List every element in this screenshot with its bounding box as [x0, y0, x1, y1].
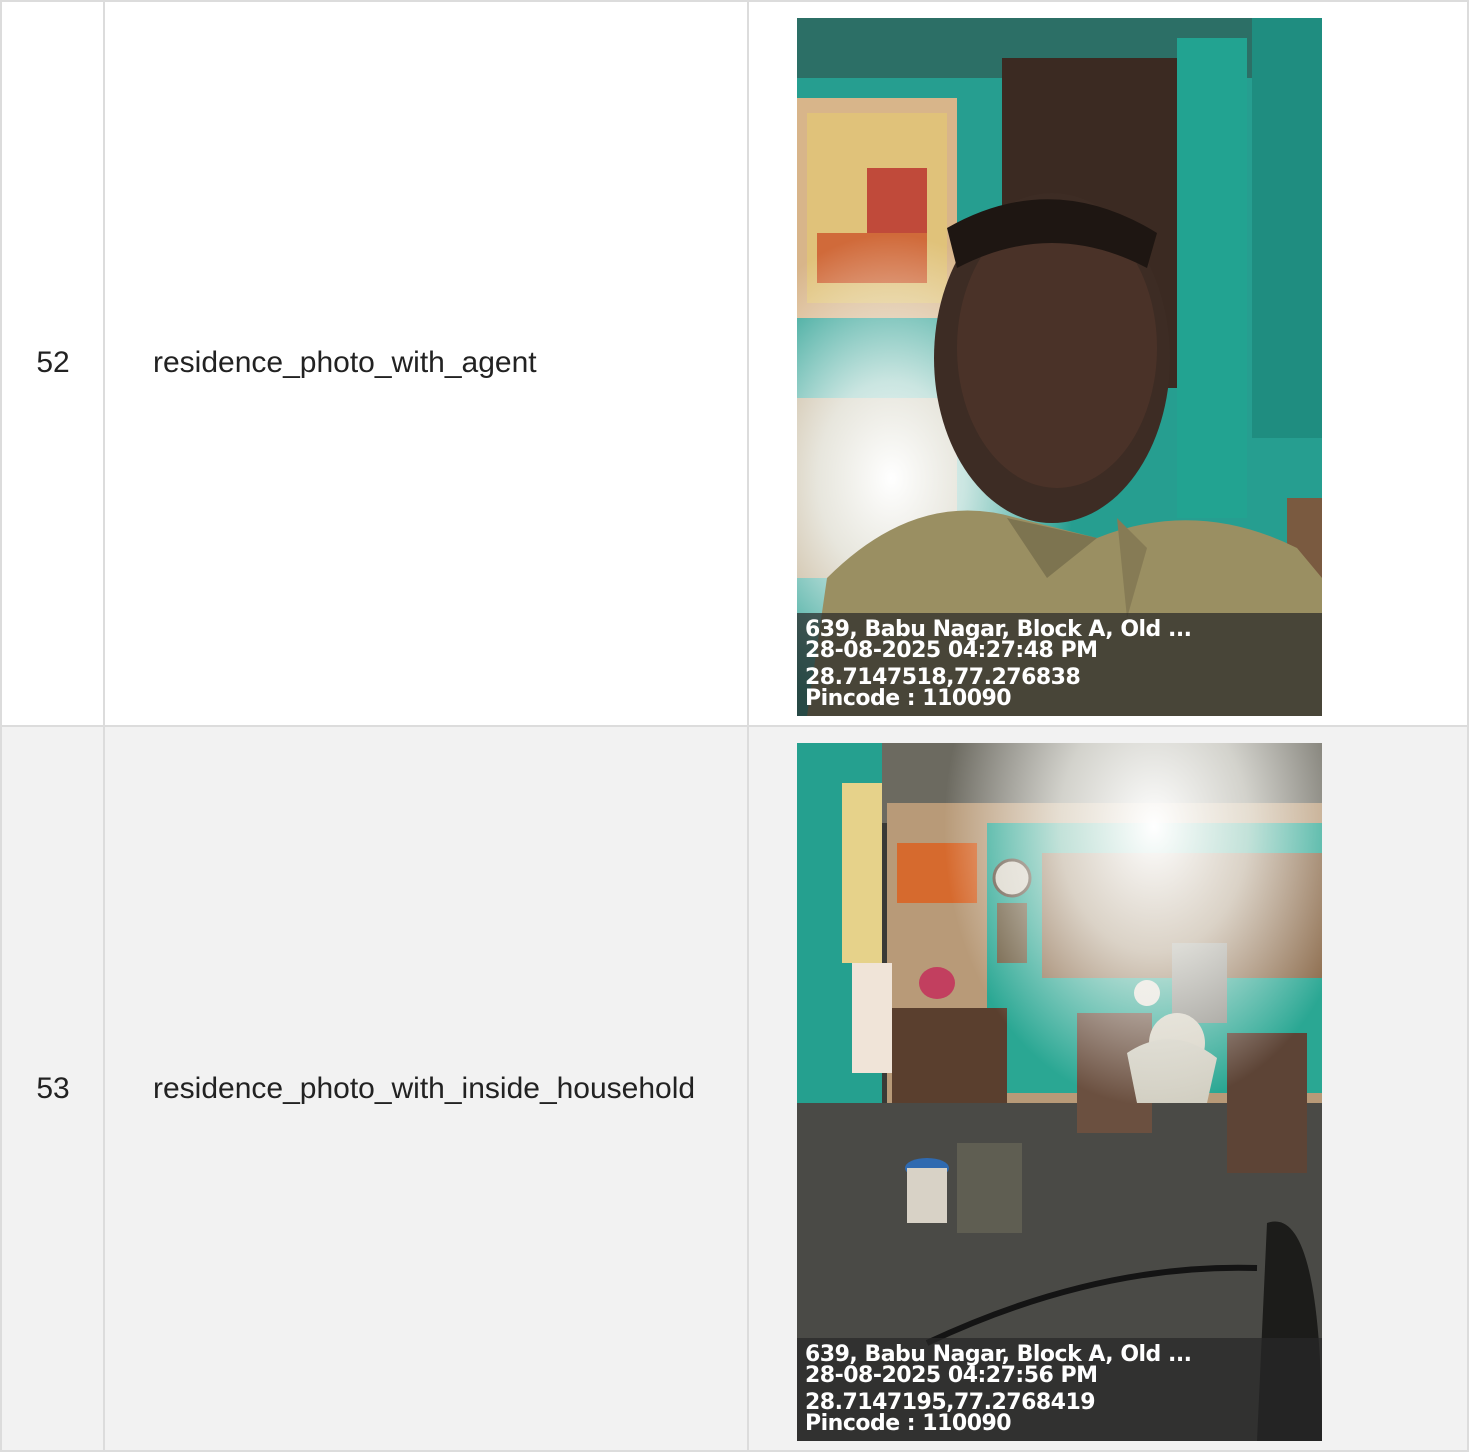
agent-selfie-image: [797, 18, 1322, 716]
photo-geotag-stamp: 639, Babu Nagar, Block A, Old ... 28-08-…: [797, 1338, 1322, 1441]
stamp-pincode: Pincode : 110090: [805, 1411, 1012, 1436]
row-label-cell: residence_photo_with_inside_household: [103, 726, 749, 1452]
stamp-address: 639, Babu Nagar, Block A, Old ...: [805, 1342, 1192, 1367]
photo-table: 52 residence_photo_with_agent 639, Babu …: [0, 0, 1469, 1452]
table-border-top: [0, 0, 1469, 2]
row-label: residence_photo_with_inside_household: [153, 1072, 696, 1105]
row-divider: [0, 725, 1469, 727]
stamp-datetime: 28-08-2025 04:27:48 PM: [805, 638, 1098, 663]
photo-geotag-stamp: 639, Babu Nagar, Block A, Old ... 28-08-…: [797, 613, 1322, 716]
household-interior-image: [797, 743, 1322, 1441]
row-label: residence_photo_with_agent: [153, 346, 537, 379]
row-number-cell: 52: [0, 0, 104, 726]
row-number: 53: [36, 1072, 70, 1105]
row-number: 52: [36, 346, 70, 379]
row-label-cell: residence_photo_with_agent: [103, 0, 749, 726]
stamp-coordinates: 28.7147195,77.2768419: [805, 1390, 1096, 1415]
stamp-address: 639, Babu Nagar, Block A, Old ...: [805, 617, 1192, 642]
table-row: 52 residence_photo_with_agent 639, Babu …: [0, 0, 1469, 726]
row-photo-cell: 639, Babu Nagar, Block A, Old ... 28-08-…: [747, 0, 1469, 726]
stamp-coordinates: 28.7147518,77.276838: [805, 665, 1081, 690]
household-interior-photo[interactable]: 639, Babu Nagar, Block A, Old ... 28-08-…: [797, 743, 1322, 1441]
table-row: 53 residence_photo_with_inside_household: [0, 726, 1469, 1452]
row-photo-cell: 639, Babu Nagar, Block A, Old ... 28-08-…: [747, 726, 1469, 1452]
agent-selfie-photo[interactable]: 639, Babu Nagar, Block A, Old ... 28-08-…: [797, 18, 1322, 716]
stamp-pincode: Pincode : 110090: [805, 686, 1012, 711]
row-number-cell: 53: [0, 726, 104, 1452]
stamp-datetime: 28-08-2025 04:27:56 PM: [805, 1363, 1098, 1388]
